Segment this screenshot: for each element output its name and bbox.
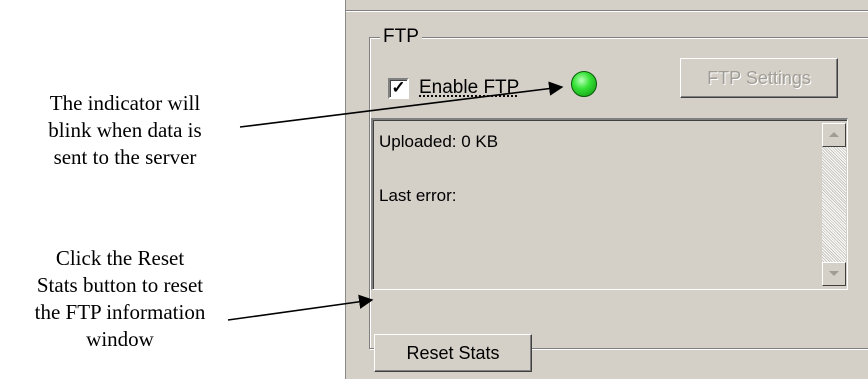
- arrow-up-icon: [829, 132, 839, 137]
- annotation-line: window: [86, 327, 154, 351]
- enable-ftp-row[interactable]: ✓ Enable FTP: [388, 75, 519, 101]
- scroll-down-button[interactable]: [822, 262, 846, 286]
- arrow-down-icon: [829, 271, 839, 276]
- last-error-text: Last error:: [379, 186, 457, 205]
- panel-divider: [346, 10, 868, 12]
- reset-annotation: Click the Reset Stats button to reset th…: [0, 245, 240, 353]
- annotation-line: The indicator will: [49, 91, 201, 115]
- ftp-settings-button[interactable]: FTP Settings: [680, 58, 838, 98]
- annotation-line: blink when data is: [48, 118, 202, 142]
- enable-ftp-label[interactable]: Enable FTP: [419, 77, 519, 99]
- annotation-line: sent to the server: [53, 145, 197, 169]
- annotation-line: Stats button to reset: [36, 273, 204, 297]
- status-led-icon: [571, 71, 597, 97]
- checkmark-icon: ✓: [391, 77, 406, 97]
- enable-ftp-checkbox[interactable]: ✓: [388, 77, 409, 99]
- info-scrollbar[interactable]: [822, 123, 846, 286]
- ftp-group-title: FTP: [380, 26, 422, 48]
- reset-stats-button[interactable]: Reset Stats: [374, 334, 532, 372]
- ftp-info-window: Uploaded: 0 KB Last error:: [371, 118, 848, 290]
- uploaded-text: Uploaded: 0 KB: [379, 132, 499, 151]
- annotation-line: Click the Reset: [55, 246, 185, 270]
- scroll-up-button[interactable]: [822, 123, 846, 147]
- annotation-line: the FTP information: [34, 300, 206, 324]
- indicator-annotation: The indicator will blink when data is se…: [10, 90, 240, 171]
